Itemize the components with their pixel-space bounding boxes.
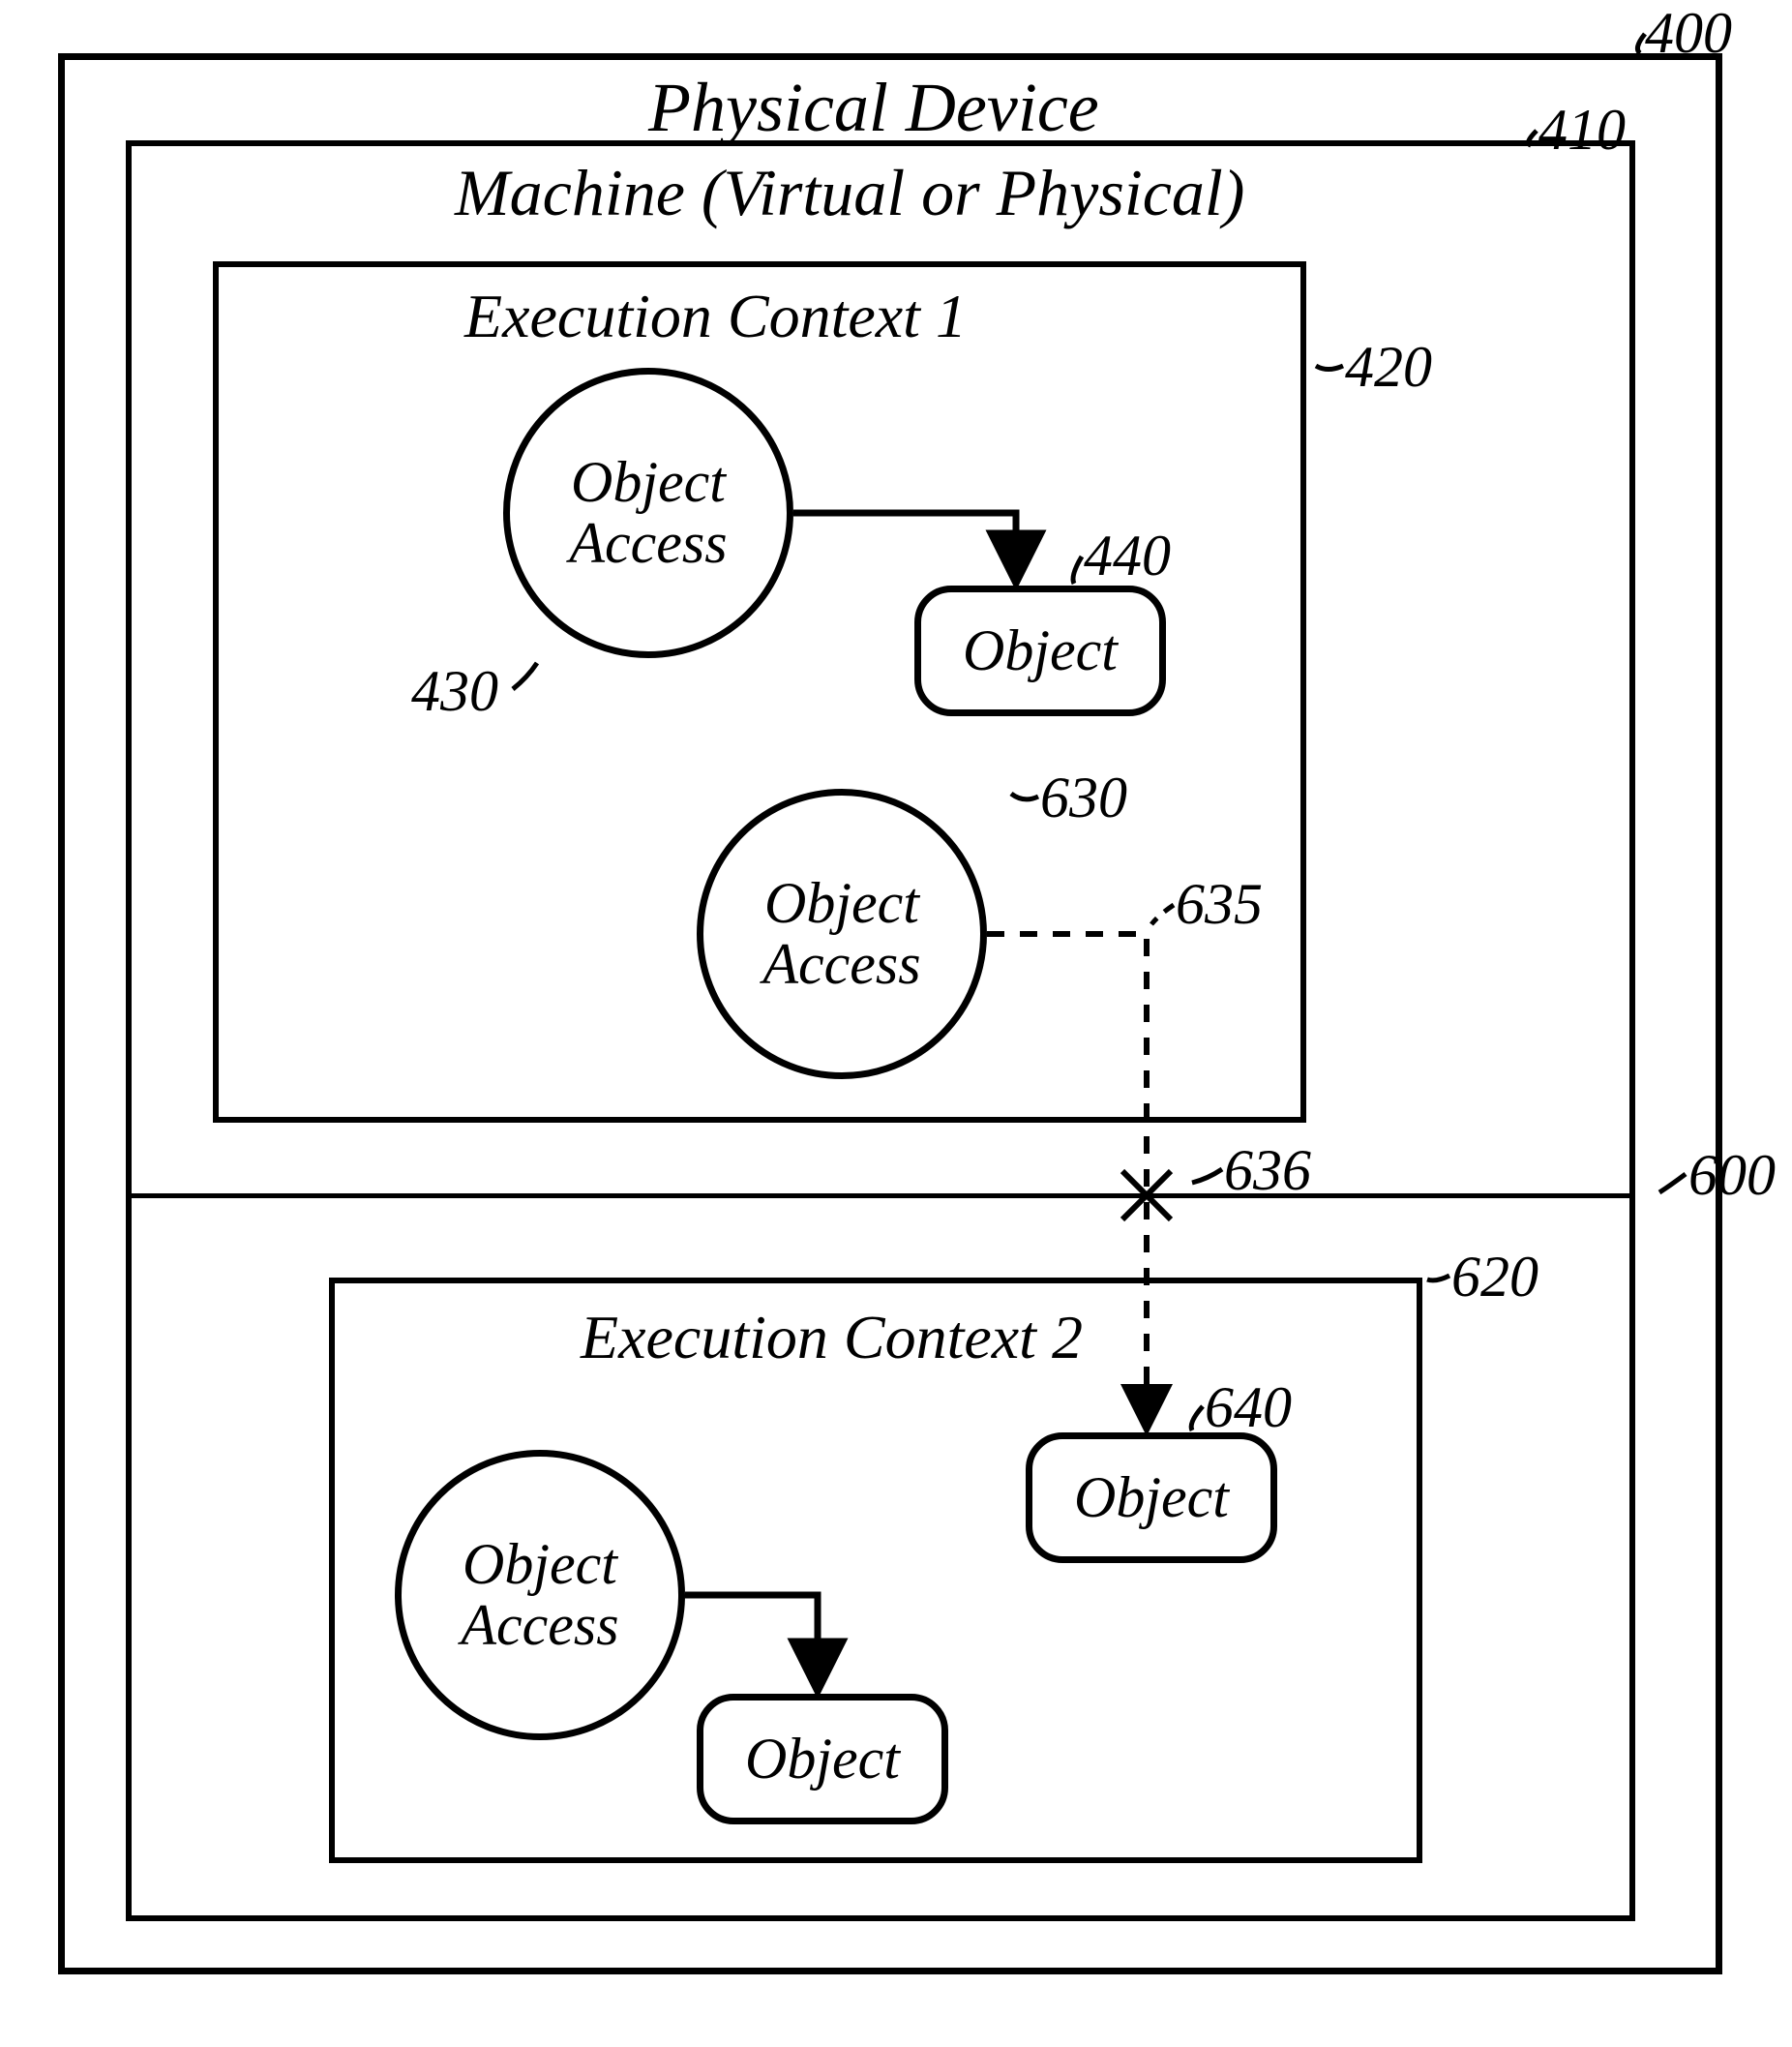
ref-600: 600: [1688, 1142, 1776, 1209]
object-640: Object: [1026, 1432, 1277, 1563]
ref-636: 636: [1224, 1137, 1311, 1204]
diagram-canvas: Physical Device Machine (Virtual or Phys…: [0, 0, 1792, 2047]
ref-440: 440: [1084, 523, 1171, 589]
physical-device-label: Physical Device: [648, 68, 1099, 148]
leader-400: [1637, 34, 1645, 53]
ref-630: 630: [1040, 765, 1127, 831]
ref-410: 410: [1538, 97, 1626, 164]
object-access-630: Object Access: [697, 789, 987, 1079]
exec-context-1-label: Execution Context 1: [464, 281, 967, 352]
object-ec2: Object: [697, 1694, 948, 1824]
divider-line: [132, 1193, 1629, 1198]
ref-420: 420: [1345, 334, 1432, 401]
ref-640: 640: [1205, 1374, 1292, 1441]
object-access-ec2: Object Access: [395, 1450, 685, 1740]
ref-400: 400: [1645, 0, 1732, 67]
object-440: Object: [914, 586, 1166, 716]
ref-430: 430: [411, 658, 498, 725]
object-access-430: Object Access: [503, 368, 793, 658]
exec-context-2-label: Execution Context 2: [581, 1302, 1083, 1373]
ref-620: 620: [1451, 1244, 1538, 1310]
ref-635: 635: [1176, 871, 1263, 938]
machine-label: Machine (Virtual or Physical): [455, 155, 1244, 231]
